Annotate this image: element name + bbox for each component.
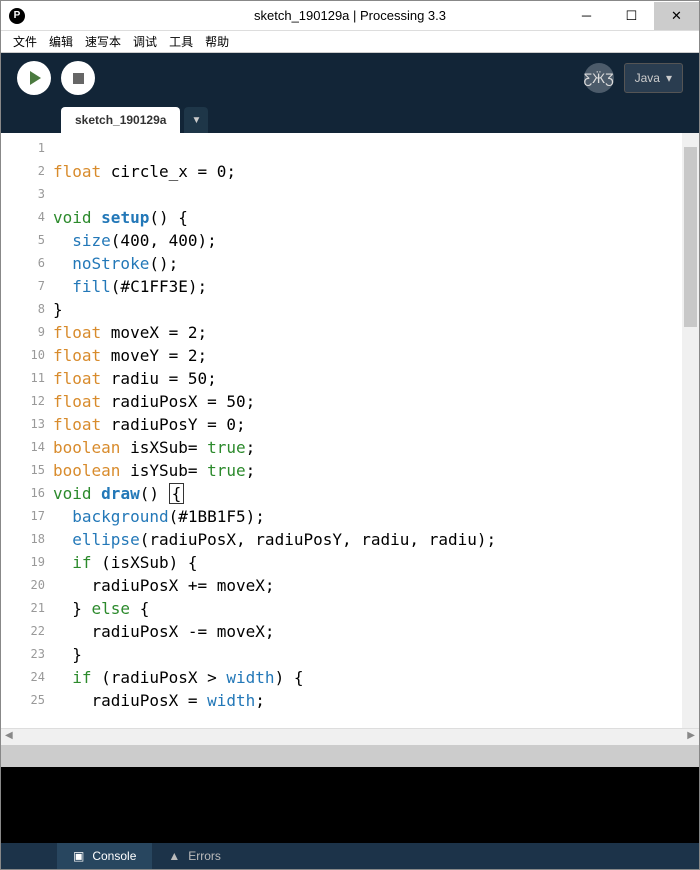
minimize-button[interactable]: ─ xyxy=(564,2,609,30)
horizontal-scrollbar[interactable] xyxy=(1,728,699,745)
mode-label: Java xyxy=(635,71,660,85)
tab-bar: sketch_190129a ▼ xyxy=(1,103,699,133)
run-button[interactable] xyxy=(17,61,51,95)
stop-button[interactable] xyxy=(61,61,95,95)
warning-icon: ▲ xyxy=(168,849,180,863)
menu-file[interactable]: 文件 xyxy=(9,33,41,50)
toolbar: ƸӜƷ Java ▾ xyxy=(1,53,699,103)
chevron-down-icon: ▾ xyxy=(666,71,672,85)
errors-tab-label: Errors xyxy=(188,849,221,863)
bottom-tabs: ▣ Console ▲ Errors xyxy=(1,843,699,869)
window-title: sketch_190129a | Processing 3.3 xyxy=(254,8,446,23)
menu-tools[interactable]: 工具 xyxy=(165,33,197,50)
tab-dropdown[interactable]: ▼ xyxy=(184,107,208,133)
menu-help[interactable]: 帮助 xyxy=(201,33,233,50)
app-icon: P xyxy=(9,8,25,24)
window-titlebar: P sketch_190129a | Processing 3.3 ─ ☐ ✕ xyxy=(1,1,699,31)
debug-butterfly-button[interactable]: ƸӜƷ xyxy=(584,63,614,93)
menu-edit[interactable]: 编辑 xyxy=(45,33,77,50)
console-tab-label: Console xyxy=(92,849,136,863)
stop-icon xyxy=(73,73,84,84)
line-gutter: 1234567891011121314151617181920212223242… xyxy=(1,133,53,728)
mode-selector[interactable]: Java ▾ xyxy=(624,63,683,93)
console-output[interactable] xyxy=(1,767,699,843)
close-button[interactable]: ✕ xyxy=(654,2,699,30)
butterfly-icon: ƸӜƷ xyxy=(584,70,614,86)
sketch-tab[interactable]: sketch_190129a xyxy=(61,107,180,133)
console-icon: ▣ xyxy=(73,849,84,863)
scrollbar-thumb[interactable] xyxy=(684,147,697,327)
message-bar xyxy=(1,745,699,767)
code-area[interactable]: float circle_x = 0;void setup() { size(4… xyxy=(53,133,682,728)
code-editor[interactable]: 1234567891011121314151617181920212223242… xyxy=(1,133,699,728)
maximize-button[interactable]: ☐ xyxy=(609,2,654,30)
menu-bar: 文件 编辑 速写本 调试 工具 帮助 xyxy=(1,31,699,53)
console-tab[interactable]: ▣ Console xyxy=(57,843,152,869)
menu-sketch[interactable]: 速写本 xyxy=(81,33,125,50)
menu-debug[interactable]: 调试 xyxy=(129,33,161,50)
errors-tab[interactable]: ▲ Errors xyxy=(152,843,237,869)
vertical-scrollbar[interactable] xyxy=(682,133,699,728)
play-icon xyxy=(30,71,41,85)
